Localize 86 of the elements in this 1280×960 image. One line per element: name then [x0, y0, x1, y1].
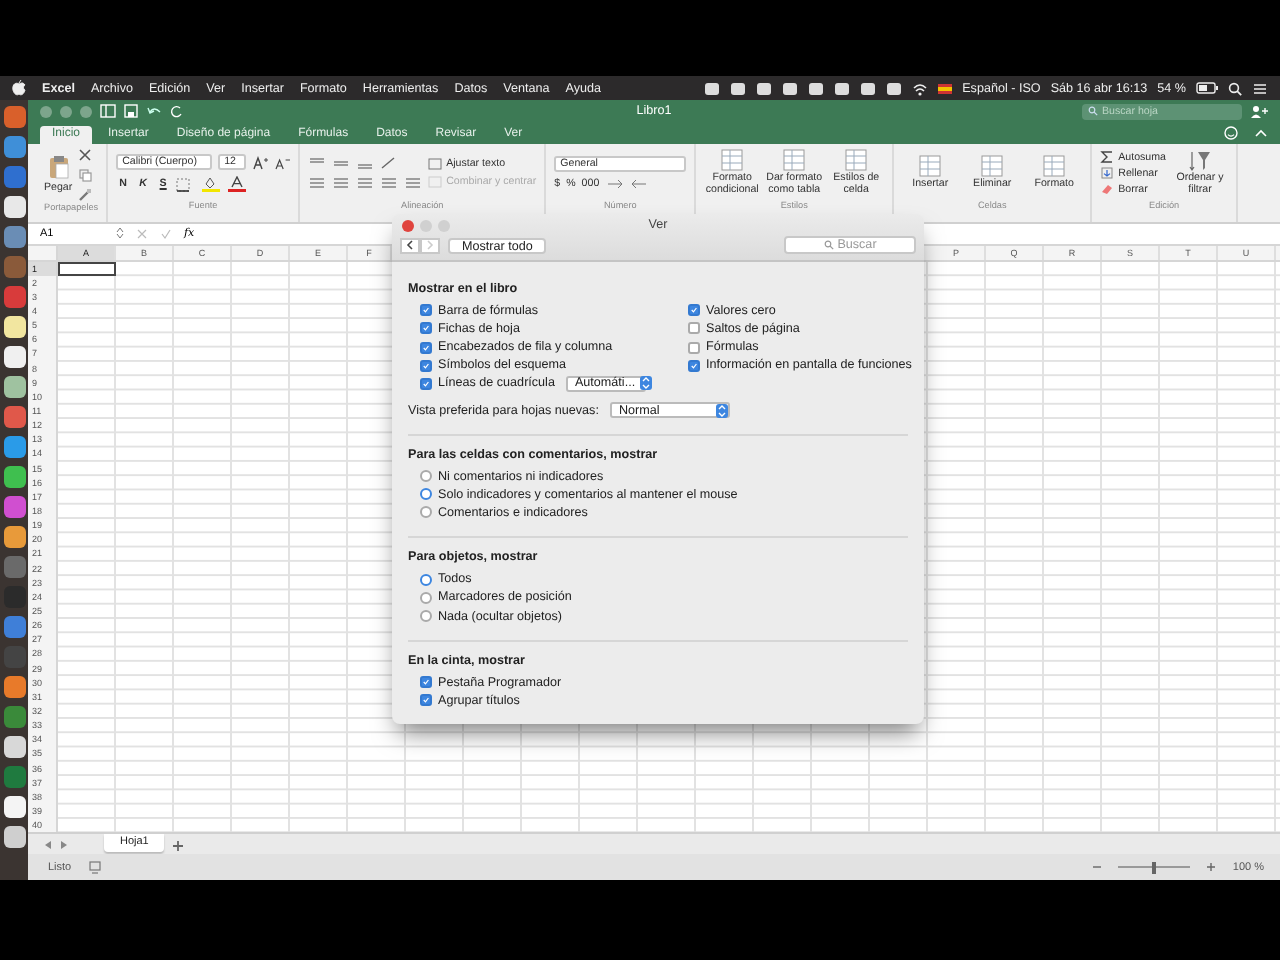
search-icon[interactable]	[1228, 81, 1242, 95]
table-icon	[918, 154, 943, 179]
smiley-icon[interactable]	[1224, 126, 1238, 141]
checkbox[interactable]	[420, 304, 432, 317]
search-icon	[823, 240, 834, 250]
shrink-font-icon[interactable]	[274, 155, 291, 170]
macro-icon[interactable]	[87, 860, 102, 875]
apple-icon	[12, 80, 26, 96]
app-icon[interactable]	[3, 346, 25, 368]
indent-increase-icon[interactable]	[404, 176, 423, 191]
table-icon	[1042, 154, 1067, 179]
fill-down-icon	[1100, 166, 1115, 181]
app-icon[interactable]	[3, 196, 25, 218]
save-icon[interactable]	[124, 104, 138, 119]
align-center-icon[interactable]	[332, 176, 351, 191]
checkbox[interactable]	[420, 676, 432, 689]
stepper-icon[interactable]	[116, 226, 124, 241]
increase-decimal-icon[interactable]	[605, 178, 624, 191]
checkbox[interactable]	[420, 341, 432, 354]
back-button[interactable]	[400, 237, 420, 253]
app-icon[interactable]	[3, 526, 25, 548]
app-icon[interactable]	[3, 376, 25, 398]
radio-button[interactable]	[420, 470, 432, 483]
undo-icon[interactable]	[146, 104, 162, 119]
funnel-icon	[1187, 149, 1212, 172]
previous-sheet-icon[interactable]	[44, 840, 52, 851]
radio-button[interactable]	[420, 573, 432, 586]
checkbox[interactable]	[420, 694, 432, 707]
decrease-decimal-icon[interactable]	[629, 178, 648, 191]
checkbox[interactable]	[688, 359, 700, 372]
app-icon[interactable]	[3, 736, 25, 758]
radio-button[interactable]	[420, 610, 432, 623]
zoom-out-icon[interactable]	[1092, 862, 1103, 873]
checkbox[interactable]	[688, 341, 700, 354]
radio-button[interactable]	[420, 506, 432, 519]
checkbox[interactable]	[688, 304, 700, 317]
app-icon[interactable]	[3, 796, 25, 818]
chevron-left-icon	[406, 240, 414, 250]
align-right-icon[interactable]	[356, 176, 375, 191]
scissors-icon[interactable]	[78, 147, 93, 162]
table-icon	[980, 154, 1005, 179]
search-icon	[1088, 106, 1098, 117]
checkbox[interactable]	[688, 322, 700, 335]
next-sheet-icon[interactable]	[60, 840, 68, 851]
battery-icon[interactable]	[1196, 82, 1218, 94]
close-button[interactable]	[402, 219, 414, 231]
align-left-icon[interactable]	[308, 176, 327, 191]
merge-icon	[428, 176, 443, 189]
radio-button[interactable]	[420, 591, 432, 604]
list-icon[interactable]	[1252, 81, 1268, 95]
app-icon[interactable]	[3, 826, 25, 848]
chevron-right-icon	[426, 240, 434, 250]
sidebar-icon[interactable]	[100, 104, 116, 119]
align-middle-icon[interactable]	[332, 156, 351, 171]
wifi-icon[interactable]	[912, 81, 929, 95]
table-icon	[844, 148, 869, 173]
clipboard-icon	[47, 154, 70, 181]
app-icon[interactable]	[3, 316, 25, 338]
redo-icon[interactable]	[170, 104, 184, 119]
indent-decrease-icon[interactable]	[380, 176, 399, 191]
radio-button[interactable]	[420, 488, 432, 501]
dropdown-arrow-icon	[716, 403, 729, 417]
cell-cursor[interactable]	[58, 261, 116, 276]
table-icon	[782, 148, 807, 173]
zoom-in-icon[interactable]	[1206, 862, 1217, 873]
wrap-icon	[428, 158, 443, 171]
checkbox[interactable]	[420, 359, 432, 372]
checkbox[interactable]	[420, 322, 432, 335]
eraser-icon	[1100, 182, 1115, 197]
check-icon[interactable]	[160, 227, 172, 240]
share-icon[interactable]	[1250, 104, 1268, 119]
add-sheet-icon[interactable]	[172, 840, 185, 853]
sigma-icon	[1100, 150, 1115, 165]
grow-font-icon[interactable]	[252, 155, 269, 170]
fill-color-icon[interactable]	[202, 176, 223, 193]
table-icon	[720, 148, 745, 173]
app-icon[interactable]	[3, 466, 25, 488]
checkbox[interactable]	[420, 377, 432, 390]
flag-icon	[938, 83, 953, 93]
orientation-icon[interactable]	[380, 156, 399, 171]
collapse-icon[interactable]	[1254, 128, 1268, 139]
dropdown-arrow-icon	[639, 376, 652, 391]
font-color-icon[interactable]	[228, 176, 249, 193]
copy-icon[interactable]	[78, 167, 93, 182]
slider-thumb[interactable]	[1152, 861, 1157, 874]
brush-icon[interactable]	[78, 187, 93, 202]
